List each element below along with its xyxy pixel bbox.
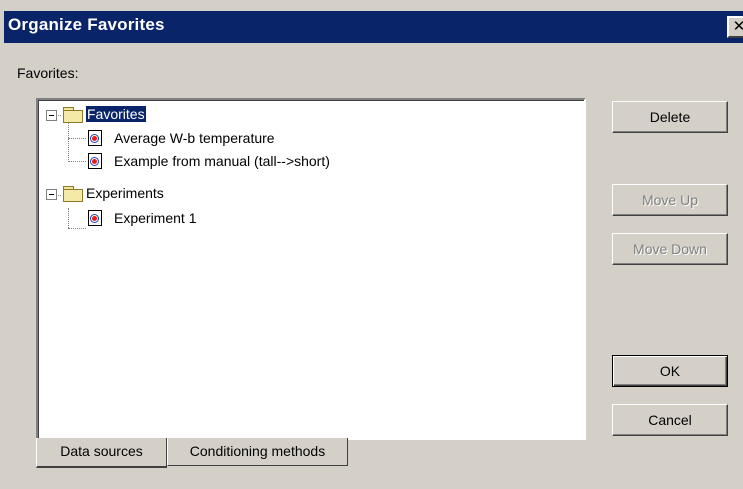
tree-connector: [68, 161, 86, 162]
tree-node-label: Favorites: [85, 105, 147, 123]
tree-node-label: Experiments: [86, 185, 164, 201]
target-document-icon: [88, 210, 102, 226]
collapse-toggle[interactable]: [46, 110, 57, 121]
tree-connector: [68, 208, 69, 228]
favorites-tree[interactable]: Favorites Average W-b temperature Exampl…: [36, 98, 586, 440]
ok-button[interactable]: OK: [612, 355, 728, 387]
tree-node-label: Experiment 1: [114, 210, 197, 226]
tree-connector: [68, 228, 86, 229]
tree-node-label: Example from manual (tall-->short): [114, 153, 330, 169]
close-icon: ✕: [732, 18, 743, 35]
title-bar: Organize Favorites ✕: [4, 11, 743, 43]
organize-favorites-dialog: Organize Favorites ✕ Favorites: Favorite…: [0, 0, 743, 489]
tab-data-sources[interactable]: Data sources: [36, 438, 167, 468]
delete-button[interactable]: Delete: [612, 101, 728, 133]
cancel-button[interactable]: Cancel: [612, 404, 728, 436]
collapse-toggle[interactable]: [46, 189, 57, 200]
tree-connector: [68, 138, 86, 139]
close-button[interactable]: ✕: [727, 16, 743, 38]
favorites-label: Favorites:: [17, 65, 79, 81]
tree-connector: [68, 120, 69, 162]
target-document-icon: [88, 130, 102, 146]
tab-conditioning-methods[interactable]: Conditioning methods: [167, 438, 348, 466]
move-down-button[interactable]: Move Down: [612, 233, 728, 265]
tree-node-label: Average W-b temperature: [114, 130, 275, 146]
target-document-icon: [88, 153, 102, 169]
window-title: Organize Favorites: [8, 15, 165, 34]
move-up-button[interactable]: Move Up: [612, 184, 728, 216]
open-folder-icon: [63, 107, 83, 123]
folder-icon: [63, 186, 83, 202]
